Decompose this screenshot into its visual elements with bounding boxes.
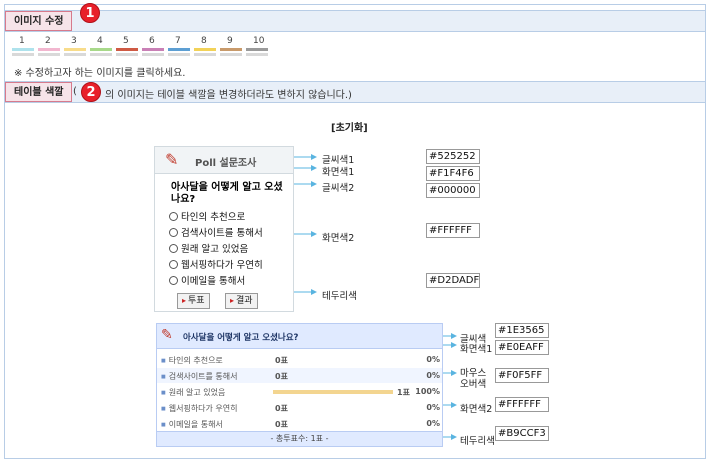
image-swatch-10[interactable] [246, 48, 268, 51]
image-swatch-4[interactable] [90, 48, 112, 51]
label-result-bg2: 화면색2 [460, 404, 493, 415]
result-row[interactable]: 원래 알고 있었음 1표 100% [157, 384, 442, 399]
result-name: 원래 알고 있었음 [161, 387, 226, 398]
radio-icon[interactable] [169, 276, 178, 285]
poll-option-label: 이메일을 통해서 [181, 276, 246, 287]
radio-icon[interactable] [169, 260, 178, 269]
result-name: 이메일을 통해서 [161, 419, 223, 430]
poll-result-header[interactable]: ✎ 아사달을 어떻게 알고 오셨나요? [157, 324, 442, 349]
image-swatch-base [90, 53, 112, 56]
image-swatch-base [142, 53, 164, 56]
poll-option[interactable]: 웹서핑하다가 우연히 [169, 257, 263, 271]
label-bg-color2: 화면색2 [322, 233, 355, 244]
hex-input-text-color2[interactable]: #000000 [426, 183, 480, 198]
pen-icon: ✎ [165, 150, 179, 169]
swatch-number: 7 [175, 36, 181, 46]
vote-button[interactable]: 투표 [177, 293, 210, 309]
radio-icon[interactable] [169, 228, 178, 237]
result-row[interactable]: 웹서핑하다가 우연히 0표 0% [157, 400, 442, 415]
label-bg-color1: 화면색1 [322, 167, 355, 178]
image-swatch-base [116, 53, 138, 56]
poll-question[interactable]: 아사달을 어떻게 알고 오셨나요? [171, 182, 291, 206]
hex-input-text-color1[interactable]: #525252 [426, 149, 480, 164]
result-pct: 0% [426, 355, 440, 364]
image-swatch-1[interactable] [12, 48, 34, 51]
label-result-border: 테두리색 [460, 436, 495, 447]
image-swatch-8[interactable] [194, 48, 216, 51]
image-swatch-base [168, 53, 190, 56]
result-count: 0표 [275, 404, 288, 413]
hex-input-result-bg1[interactable]: #E0EAFF [495, 340, 549, 355]
poll-option[interactable]: 검색사이트를 통해서 [169, 225, 263, 239]
hex-input-border-color[interactable]: #D2DADF [426, 273, 480, 288]
hex-input-result-text[interactable]: #1E3565 [495, 323, 549, 338]
image-swatch-base [246, 53, 268, 56]
poll-result-footer: - 총투표수: 1표 - [157, 431, 442, 446]
hex-input-bg-color2[interactable]: #FFFFFF [426, 223, 480, 238]
radio-icon[interactable] [169, 212, 178, 221]
poll-option[interactable]: 원래 알고 있었음 [169, 241, 248, 255]
result-row[interactable]: 이메일을 통해서 0표 0% [157, 416, 442, 431]
poll-result-widget: ✎ 아사달을 어떻게 알고 오셨나요? 타인의 추천으로0표0%검색사이트를 통… [156, 323, 443, 447]
poll-option-label: 원래 알고 있었음 [181, 244, 249, 255]
label-result-bg1: 화면색1 [460, 344, 493, 355]
result-name: 타인의 추천으로 [161, 355, 223, 366]
result-pct: 0% [426, 403, 440, 412]
image-swatch-base [12, 53, 34, 56]
swatch-number: 4 [97, 36, 103, 46]
hex-input-result-border[interactable]: #B9CCF3 [495, 426, 549, 441]
result-count: 0표 [275, 420, 288, 429]
image-swatch-2[interactable] [38, 48, 60, 51]
swatch-number: 8 [201, 36, 207, 46]
image-swatch-base [64, 53, 86, 56]
result-count: 0표 [275, 372, 288, 381]
image-swatch-6[interactable] [142, 48, 164, 51]
hex-input-bg-color1[interactable]: #F1F4F6 [426, 166, 480, 181]
poll-option[interactable]: 타인의 추천으로 [169, 209, 245, 223]
poll-option-label: 검색사이트를 통해서 [181, 228, 263, 239]
poll-widget: ✎ Poll 설문조사 아사달을 어떻게 알고 오셨나요? 타인의 추천으로검색… [154, 146, 294, 312]
poll-header[interactable]: ✎ Poll 설문조사 [155, 147, 293, 174]
poll-option[interactable]: 이메일을 통해서 [169, 273, 245, 287]
swatch-number: 6 [149, 36, 155, 46]
result-pct: 0% [426, 419, 440, 428]
result-pct: 0% [426, 371, 440, 380]
result-name: 검색사이트를 통해서 [161, 371, 238, 382]
swatch-number: 3 [71, 36, 77, 46]
label-border-color: 테두리색 [322, 291, 357, 302]
poll-result-title: 아사달을 어떻게 알고 오셨나요? [183, 333, 299, 343]
poll-option-label: 웹서핑하다가 우연히 [181, 260, 263, 271]
result-count: 0표 [275, 356, 288, 365]
result-bar [273, 390, 393, 394]
hex-input-result-mouseover[interactable]: #F0F5FF [495, 368, 549, 383]
image-swatch-3[interactable] [64, 48, 86, 51]
pen-icon: ✎ [161, 327, 173, 343]
label-result-mouse2: 오버색 [460, 379, 487, 390]
result-name: 웹서핑하다가 우연히 [161, 403, 238, 414]
swatch-number: 5 [123, 36, 129, 46]
poll-title: Poll 설문조사 [195, 158, 257, 169]
image-swatch-9[interactable] [220, 48, 242, 51]
result-row[interactable]: 타인의 추천으로 0표 0% [157, 352, 442, 367]
image-swatch-5[interactable] [116, 48, 138, 51]
result-button[interactable]: 결과 [225, 293, 258, 309]
swatch-number: 10 [253, 36, 265, 46]
image-swatch-7[interactable] [168, 48, 190, 51]
result-pct: 100% [415, 387, 440, 396]
result-row[interactable]: 검색사이트를 통해서 0표 0% [157, 368, 442, 383]
swatch-number: 1 [19, 36, 25, 46]
label-text-color2: 글씨색2 [322, 183, 355, 194]
poll-option-label: 타인의 추천으로 [181, 212, 246, 223]
image-swatch-base [220, 53, 242, 56]
result-count: 1표 [397, 388, 410, 397]
swatch-number: 2 [45, 36, 51, 46]
image-swatch-base [194, 53, 216, 56]
swatch-number: 9 [227, 36, 233, 46]
hex-input-result-bg2[interactable]: #FFFFFF [495, 397, 549, 412]
radio-icon[interactable] [169, 244, 178, 253]
image-swatch-base [38, 53, 60, 56]
